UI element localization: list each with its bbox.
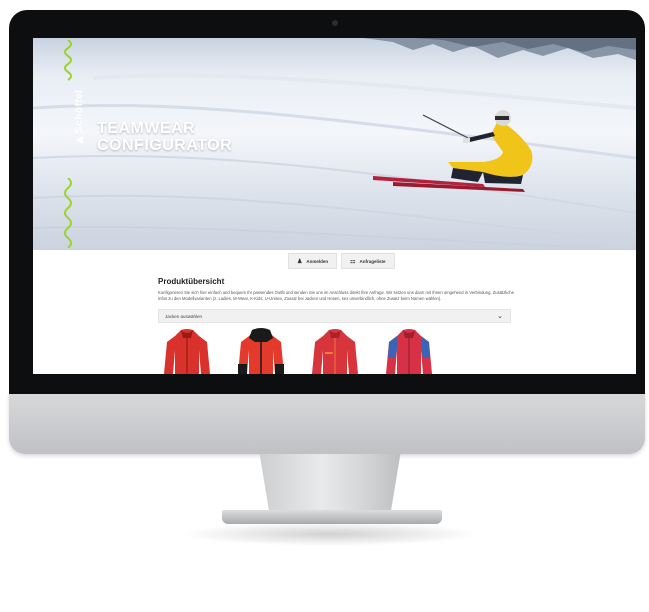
main-content: ♟ Anmelden ⚏ Anfrageliste Produktübersic…: [33, 250, 636, 374]
section-title: Produktübersicht: [158, 277, 225, 286]
monitor-chin: [9, 394, 645, 454]
login-button[interactable]: ♟ Anmelden: [288, 253, 338, 269]
cart-icon: ⚏: [350, 258, 356, 265]
page-title: TEAMWEAR CONFIGURATOR: [97, 120, 233, 154]
action-bar: ♟ Anmelden ⚏ Anfrageliste: [288, 253, 395, 269]
product-jacket-4[interactable]: [385, 328, 433, 374]
category-select-value: Jacken auswählen: [165, 314, 203, 319]
product-jacket-3[interactable]: [311, 328, 359, 374]
brand-column: Schöffel: [33, 38, 87, 250]
category-select[interactable]: Jacken auswählen ⌄: [158, 309, 511, 323]
brand-logo[interactable]: Schöffel: [74, 90, 85, 144]
product-jacket-1[interactable]: [163, 328, 211, 374]
product-jacket-2[interactable]: [237, 328, 285, 374]
skier-image: [373, 110, 533, 192]
chevron-down-icon: ⌄: [497, 313, 503, 320]
request-list-button[interactable]: ⚏ Anfrageliste: [341, 253, 395, 269]
section-description: Konfigurieren Sie sich hier einfach und …: [158, 290, 514, 301]
stand-shadow: [180, 522, 480, 546]
mountain-logo-icon: [76, 136, 83, 144]
product-list: [163, 328, 433, 374]
hero-banner: Schöffel TEAMWEAR CONFIGURATOR: [33, 38, 636, 250]
user-icon: ♟: [297, 258, 303, 265]
camera-icon: [332, 20, 338, 26]
wave-decoration-top: [64, 40, 72, 81]
monitor-stand: [259, 454, 401, 512]
browser-screen: Schöffel TEAMWEAR CONFIGURATOR ♟ Anmelde…: [33, 38, 636, 374]
wave-decoration-bottom: [64, 178, 72, 248]
